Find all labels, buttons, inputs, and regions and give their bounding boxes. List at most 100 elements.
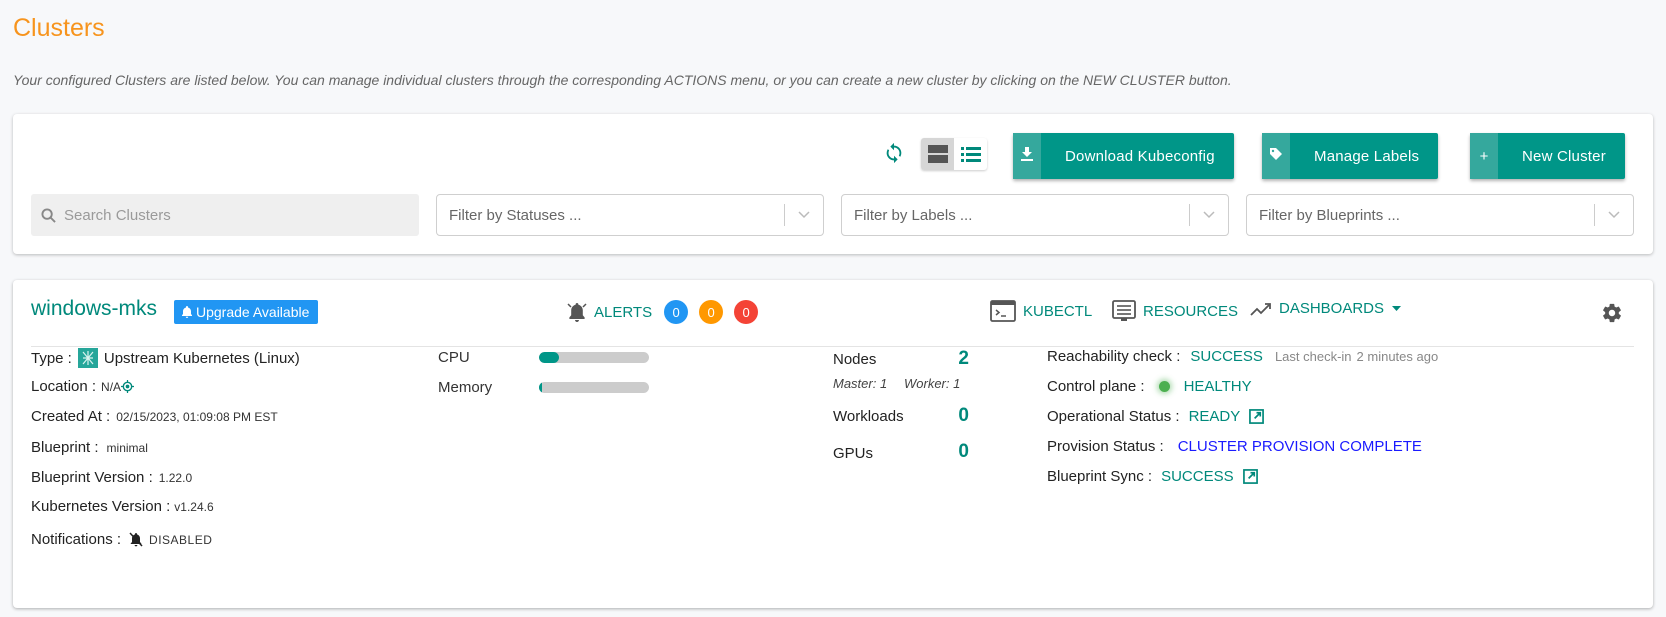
master-count: Master: 1 — [833, 376, 888, 391]
status-reachability: Reachability check : SUCCESS Last check-… — [1047, 348, 1438, 365]
upgrade-available-badge[interactable]: Upgrade Available — [174, 300, 319, 324]
filter-statuses-select[interactable]: Filter by Statuses ... — [436, 194, 824, 236]
alerts-label: ALERTS — [594, 303, 653, 321]
page-title: Clusters — [13, 14, 105, 42]
status-provision: Provision Status : CLUSTER PROVISION COM… — [1047, 438, 1422, 455]
blueprint-sync-label: Blueprint Sync : — [1047, 468, 1153, 485]
alarm-bell-icon — [567, 303, 587, 322]
filter-blueprints-placeholder: Filter by Blueprints ... — [1259, 206, 1400, 224]
chevron-down-icon[interactable] — [1595, 211, 1633, 219]
kubernetes-icon — [77, 348, 98, 368]
toolbar-card: Download Kubeconfig Manage Labels + New … — [13, 114, 1653, 254]
detail-kubernetes-version: Kubernetes Version : v1.24.6 — [31, 498, 214, 515]
refresh-icon[interactable] — [883, 142, 905, 164]
filter-labels-select[interactable]: Filter by Labels ... — [841, 194, 1229, 236]
alert-count-info[interactable]: 0 — [664, 300, 689, 324]
plus-icon: + — [1479, 147, 1489, 165]
type-label: Type : — [31, 349, 72, 367]
control-plane-value: HEALTHY — [1183, 378, 1252, 395]
chevron-down-icon[interactable] — [1190, 211, 1228, 219]
filter-blueprints-select[interactable]: Filter by Blueprints ... — [1246, 194, 1634, 236]
search-input[interactable] — [62, 205, 392, 225]
resources-icon — [1112, 300, 1136, 321]
detail-created-at: Created At : 02/15/2023, 01:09:08 PM EST — [31, 408, 278, 425]
new-cluster-label: New Cluster — [1522, 147, 1606, 165]
memory-label: Memory — [438, 379, 493, 396]
status-control-plane: Control plane : HEALTHY — [1047, 378, 1252, 395]
caret-down-icon — [1392, 306, 1402, 311]
cluster-name[interactable]: windows-mks — [31, 297, 157, 321]
manage-labels-label: Manage Labels — [1314, 147, 1420, 165]
page-description: Your configured Clusters are listed belo… — [13, 72, 1232, 88]
blueprint-sync-value: SUCCESS — [1161, 468, 1234, 485]
bell-icon — [182, 306, 192, 318]
external-link-icon[interactable] — [1249, 409, 1265, 424]
external-link-icon[interactable] — [1242, 469, 1258, 484]
search-icon — [41, 207, 56, 223]
provision-status-label: Provision Status : — [1047, 438, 1164, 455]
gear-icon[interactable] — [1601, 302, 1623, 329]
detail-location: Location : N/A — [31, 378, 135, 395]
created-at-label: Created At : — [31, 408, 111, 425]
detail-blueprint-version: Blueprint Version : 1.22.0 — [31, 469, 192, 486]
search-box — [31, 194, 419, 236]
resources-label: RESOURCES — [1143, 302, 1239, 320]
dashboards-label: DASHBOARDS — [1279, 300, 1385, 317]
list-view-button[interactable] — [954, 138, 987, 170]
resources-button[interactable]: RESOURCES — [1112, 300, 1238, 322]
location-target-icon[interactable] — [121, 380, 135, 393]
download-kubeconfig-label: Download Kubeconfig — [1065, 147, 1215, 165]
memory-usage-fill — [539, 382, 543, 393]
blueprint-label: Blueprint : — [31, 439, 99, 456]
operational-status-label: Operational Status : — [1047, 408, 1180, 425]
gpus-label: GPUs — [833, 445, 874, 462]
status-blueprint-sync: Blueprint Sync : SUCCESS — [1047, 468, 1258, 485]
detail-type: Type : Upstream Kubernetes (Linux) — [31, 348, 300, 368]
kubernetes-version-label: Kubernetes Version : — [31, 498, 171, 515]
last-checkin-value: 2 minutes ago — [1356, 349, 1439, 364]
notifications-value: DISABLED — [149, 532, 213, 547]
alert-count-warning[interactable]: 0 — [699, 300, 724, 324]
manage-labels-button[interactable]: Manage Labels — [1262, 133, 1439, 179]
filter-labels-placeholder: Filter by Labels ... — [854, 206, 973, 224]
download-kubeconfig-button[interactable]: Download Kubeconfig — [1013, 133, 1234, 179]
alert-count-critical[interactable]: 0 — [734, 300, 759, 324]
control-plane-label: Control plane : — [1047, 378, 1145, 395]
notifications-label: Notifications : — [31, 531, 122, 548]
detail-notifications: Notifications : DISABLED — [31, 531, 212, 548]
filter-statuses-placeholder: Filter by Statuses ... — [449, 206, 582, 224]
alerts-link[interactable]: ALERTS 0 0 0 — [565, 300, 769, 324]
nodes-label: Nodes — [833, 351, 877, 368]
worker-count: Worker: 1 — [904, 376, 961, 391]
list-view-icon — [960, 147, 981, 162]
bell-off-icon — [129, 532, 143, 547]
kubectl-label: KUBECTL — [1023, 302, 1093, 320]
kubectl-button[interactable]: KUBECTL — [990, 300, 1092, 322]
kubernetes-version-value: v1.24.6 — [174, 499, 214, 514]
workloads-value[interactable]: 0 — [939, 405, 969, 427]
blueprint-version-label: Blueprint Version : — [31, 469, 153, 486]
last-checkin-label: Last check-in — [1274, 349, 1352, 364]
dashboards-dropdown[interactable]: DASHBOARDS — [1250, 300, 1402, 317]
reachability-value: SUCCESS — [1190, 348, 1263, 365]
location-value: N/A — [101, 379, 122, 394]
card-view-button[interactable] — [921, 138, 954, 170]
blueprint-value: minimal — [106, 440, 148, 455]
cpu-usage-fill — [539, 352, 559, 363]
card-view-icon — [927, 145, 948, 163]
nodes-value[interactable]: 2 — [939, 348, 969, 370]
download-icon — [1021, 147, 1033, 165]
terminal-icon — [990, 300, 1016, 322]
cpu-usage-bar — [539, 352, 649, 363]
provision-status-value: CLUSTER PROVISION COMPLETE — [1177, 438, 1422, 455]
status-operational: Operational Status : READY — [1047, 408, 1265, 425]
new-cluster-button[interactable]: + New Cluster — [1470, 133, 1625, 179]
chevron-down-icon[interactable] — [785, 211, 823, 219]
reachability-label: Reachability check : — [1047, 348, 1181, 365]
workloads-label: Workloads — [833, 408, 904, 425]
view-toggle — [921, 138, 987, 170]
created-at-value: 02/15/2023, 01:09:08 PM EST — [116, 409, 278, 424]
operational-status-value: READY — [1188, 408, 1241, 425]
health-dot-icon — [1158, 381, 1170, 392]
type-value: Upstream Kubernetes (Linux) — [103, 349, 300, 367]
